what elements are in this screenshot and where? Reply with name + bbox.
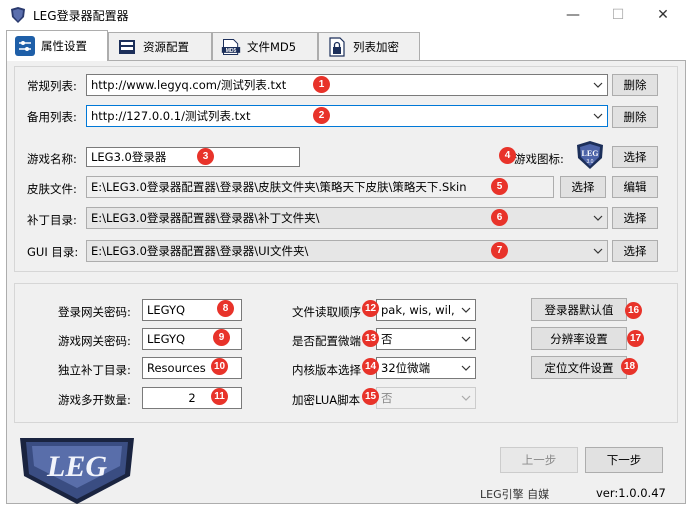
backup-list-combo[interactable]: http://127.0.0.1/测试列表.txt (86, 105, 608, 127)
tab-label: 文件MD5 (247, 39, 297, 54)
chevron-down-icon (461, 300, 471, 320)
chevron-down-icon (461, 388, 471, 408)
annotation-badge: 8 (217, 300, 234, 317)
app-shield-icon (11, 7, 25, 23)
primary-list-label: 常规列表: (27, 79, 77, 93)
game-logo-icon: LEG 3.0 (577, 141, 603, 169)
game-icon-label: 游戏图标: (514, 152, 564, 166)
prev-step-button[interactable]: 上一步 (500, 447, 578, 473)
skin-label: 皮肤文件: (27, 182, 77, 196)
minimize-button[interactable]: — (550, 0, 596, 30)
gui-dir-combo[interactable]: E:\LEG3.0登录器配置器\登录器\UI文件夹\ (86, 240, 608, 262)
chevron-down-icon (593, 75, 603, 95)
patch-dir-combo[interactable]: E:\LEG3.0登录器配置器\登录器\补丁文件夹\ (86, 207, 608, 229)
kernel-version-value: 32位微端 (381, 361, 431, 375)
tab-list-encrypt[interactable]: 列表加密 (318, 32, 420, 60)
lua-encrypt-combo[interactable]: 否 (376, 387, 476, 409)
patch-dir-choose-button[interactable]: 选择 (612, 207, 658, 229)
gui-dir-choose-button[interactable]: 选择 (612, 240, 658, 262)
patch-dir-label: 补丁目录: (27, 213, 77, 227)
annotation-badge: 13 (362, 330, 379, 347)
default-values-button[interactable]: 登录器默认值 (531, 298, 627, 321)
annotation-badge: 6 (491, 209, 508, 226)
skin-path-field[interactable]: E:\LEG3.0登录器配置器\登录器\皮肤文件夹\策略天下皮肤\策略天下.Sk… (86, 176, 554, 198)
annotation-badge: 12 (362, 300, 379, 317)
window-title: LEG登录器配置器 (33, 9, 129, 23)
kernel-version-combo[interactable]: 32位微端 (376, 357, 476, 379)
svg-text:LEG: LEG (582, 149, 599, 158)
backup-list-label: 备用列表: (27, 110, 77, 124)
annotation-badge: 11 (211, 388, 228, 405)
gui-dir-value: E:\LEG3.0登录器配置器\登录器\UI文件夹\ (91, 244, 309, 258)
micro-client-label: 是否配置微端 (292, 334, 361, 348)
annotation-badge: 3 (197, 148, 214, 165)
annotation-badge: 4 (499, 147, 516, 164)
read-order-combo[interactable]: pak, wis, wil, (376, 299, 476, 321)
lua-encrypt-label: 加密LUA脚本 (292, 393, 361, 407)
version-label: ver:1.0.0.47 (596, 486, 666, 500)
backup-delete-button[interactable]: 删除 (612, 106, 658, 128)
annotation-badge: 16 (625, 302, 642, 319)
micro-client-value: 否 (381, 332, 393, 346)
annotation-badge: 5 (491, 178, 508, 195)
annotation-badge: 18 (621, 358, 638, 375)
md5-file-icon: MD5 (221, 38, 241, 55)
next-step-button[interactable]: 下一步 (585, 447, 663, 473)
leg-logo: LEG (20, 438, 134, 504)
svg-text:LEG: LEG (46, 450, 107, 483)
sliders-icon (15, 36, 35, 56)
close-button[interactable]: ✕ (640, 0, 686, 30)
tab-resources[interactable]: 资源配置 (108, 32, 212, 60)
locate-file-settings-button[interactable]: 定位文件设置 (531, 356, 627, 379)
kernel-version-label: 内核版本选择 (292, 363, 361, 377)
skin-edit-button[interactable]: 编辑 (612, 176, 658, 198)
annotation-badge: 7 (491, 242, 508, 259)
svg-text:MD5: MD5 (226, 48, 237, 54)
gui-dir-label: GUI 目录: (27, 245, 79, 259)
game-icon-choose-button[interactable]: 选择 (612, 146, 658, 168)
read-order-label: 文件读取顺序 (292, 305, 361, 319)
svg-text:3.0: 3.0 (587, 159, 594, 165)
annotation-badge: 2 (313, 107, 330, 124)
primary-list-value: http://www.legyq.com/测试列表.txt (91, 78, 287, 92)
annotation-badge: 17 (627, 330, 644, 347)
resolution-settings-button[interactable]: 分辨率设置 (531, 327, 627, 350)
annotation-badge: 9 (213, 329, 230, 346)
annotation-badge: 1 (313, 76, 330, 93)
game-name-input[interactable]: LEG3.0登录器 (86, 147, 300, 167)
tab-label: 列表加密 (353, 39, 399, 54)
chevron-down-icon (461, 358, 471, 378)
patch-dir-name-label: 独立补丁目录: (58, 363, 131, 377)
tab-properties[interactable]: 属性设置 (6, 30, 108, 61)
login-gateway-label: 登录网关密码: (58, 305, 131, 319)
tab-file-md5[interactable]: MD5 文件MD5 (212, 32, 318, 60)
backup-list-value: http://127.0.0.1/测试列表.txt (91, 109, 251, 123)
chevron-down-icon (593, 241, 603, 261)
micro-client-combo[interactable]: 否 (376, 328, 476, 350)
background-taskbar-text: LEG引擎 自媒 (480, 488, 550, 501)
primary-delete-button[interactable]: 删除 (612, 74, 658, 96)
archive-icon (119, 39, 135, 54)
chevron-down-icon (593, 106, 603, 126)
maximize-button[interactable]: ☐ (595, 0, 641, 30)
annotation-badge: 15 (362, 388, 379, 405)
patch-dir-value: E:\LEG3.0登录器配置器\登录器\补丁文件夹\ (91, 211, 320, 225)
annotation-badge: 14 (362, 358, 379, 375)
game-gateway-label: 游戏网关密码: (58, 334, 131, 348)
multi-open-label: 游戏多开数量: (58, 393, 131, 407)
read-order-value: pak, wis, wil, (381, 303, 455, 317)
primary-list-combo[interactable]: http://www.legyq.com/测试列表.txt (86, 74, 608, 96)
tab-label: 资源配置 (143, 39, 189, 54)
tab-label: 属性设置 (41, 39, 87, 53)
annotation-badge: 10 (211, 358, 228, 375)
chevron-down-icon (461, 329, 471, 349)
lua-encrypt-value: 否 (381, 391, 393, 405)
game-name-label: 游戏名称: (27, 152, 77, 166)
chevron-down-icon (593, 208, 603, 228)
skin-choose-button[interactable]: 选择 (560, 176, 606, 198)
lock-file-icon (329, 36, 345, 57)
